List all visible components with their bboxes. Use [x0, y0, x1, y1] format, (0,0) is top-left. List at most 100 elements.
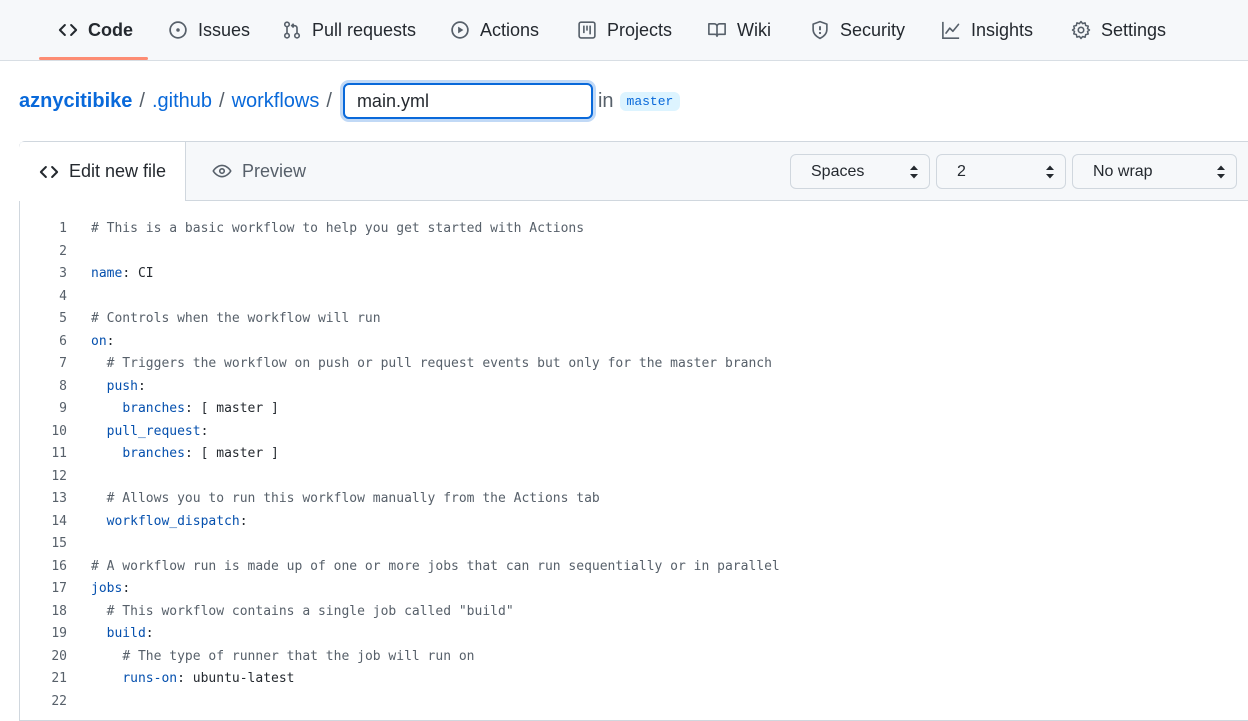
line-number: 15	[51, 536, 67, 551]
code-line[interactable]: 2	[20, 241, 1248, 264]
tab-security[interactable]: Security	[810, 0, 905, 60]
line-content: branches: [ master ]	[91, 443, 279, 466]
code-line[interactable]: 6 on:	[20, 331, 1248, 354]
branch-badge: master	[619, 91, 681, 111]
tab-preview[interactable]: Preview	[212, 142, 306, 200]
tab-code[interactable]: Code	[58, 0, 133, 60]
line-number: 7	[59, 356, 67, 371]
breadcrumb-folder-link[interactable]: workflows	[232, 90, 320, 113]
line-number: 10	[51, 423, 67, 439]
line-content: # Triggers the workflow on push or pull …	[91, 353, 772, 376]
code-line[interactable]: 18 # This workflow contains a single job…	[20, 601, 1248, 624]
code-text: :	[137, 378, 146, 394]
indent-mode-select[interactable]: Spaces	[790, 154, 930, 189]
line-number: 8	[59, 378, 67, 394]
code-key: runs-on	[122, 671, 178, 686]
tab-insights[interactable]: Insights	[941, 0, 1033, 60]
tab-label: Preview	[242, 160, 307, 181]
tab-label: Settings	[1101, 19, 1167, 40]
line-content: branches: [ master ]	[91, 398, 279, 421]
line-content: # This is a basic workflow to help you g…	[91, 218, 584, 241]
issue-opened-icon	[168, 20, 188, 40]
code-comment: # Allows you to run this workflow manual…	[106, 491, 600, 506]
tab-label: Security	[840, 19, 906, 40]
line-content: workflow_dispatch:	[91, 511, 248, 534]
code-line[interactable]: 1 # This is a basic workflow to help you …	[20, 218, 1248, 241]
code-line[interactable]: 8 push:	[20, 376, 1248, 399]
code-key: pull_request	[106, 423, 201, 439]
indent-size-select[interactable]: 2	[936, 154, 1066, 189]
line-number: 4	[59, 288, 67, 304]
code-line[interactable]: 7 # Triggers the workflow on push or pul…	[20, 353, 1248, 376]
table-icon	[577, 20, 597, 40]
code-line[interactable]: 11 branches: [ master ]	[20, 443, 1248, 466]
line-number: 1	[59, 221, 67, 236]
code-text: : [ master ]	[184, 401, 279, 416]
code-line[interactable]: 14 workflow_dispatch:	[20, 511, 1248, 534]
tab-issues[interactable]: Issues	[168, 0, 250, 60]
tab-edit-new-file[interactable]: Edit new file	[19, 142, 186, 201]
code-line[interactable]: 12	[20, 466, 1248, 489]
code-key: on	[91, 333, 107, 349]
git-pull-request-icon	[282, 20, 302, 40]
repo-nav: Code Issues Pull requests Actions Projec…	[0, 0, 1248, 61]
code-line[interactable]: 3 name: CI	[20, 263, 1248, 286]
line-number: 5	[59, 311, 67, 326]
code-line[interactable]: 19 build:	[20, 623, 1248, 646]
code-comment: # Controls when the workflow will run	[91, 311, 381, 326]
filename-input[interactable]	[342, 83, 593, 119]
breadcrumb-folder-link[interactable]: .github	[152, 90, 212, 113]
tab-projects[interactable]: Projects	[577, 0, 672, 60]
tab-label: Code	[88, 19, 133, 40]
code-key: branches	[122, 401, 185, 416]
code-text: : [ master ]	[184, 446, 279, 461]
code-line[interactable]: 16 # A workflow run is made up of one or …	[20, 556, 1248, 579]
breadcrumb-separator: /	[219, 89, 225, 112]
code-line[interactable]: 15	[20, 533, 1248, 556]
code-text: :	[145, 626, 154, 641]
breadcrumb-repo-link[interactable]: aznycitibike	[19, 90, 132, 113]
code-key: name	[91, 266, 123, 281]
line-content: # Controls when the workflow will run	[91, 308, 381, 331]
play-icon	[450, 20, 470, 40]
code-line[interactable]: 4	[20, 286, 1248, 309]
code-area[interactable]: 1 # This is a basic workflow to help you …	[20, 218, 1248, 713]
line-number: 6	[59, 333, 67, 349]
select-arrows-icon	[1046, 165, 1054, 179]
line-content: jobs:	[91, 578, 130, 601]
code-line[interactable]: 10 pull_request:	[20, 421, 1248, 444]
wrap-mode-select[interactable]: No wrap	[1072, 154, 1237, 189]
line-number: 11	[51, 446, 67, 461]
tab-label: Wiki	[737, 19, 771, 40]
line-number: 16	[51, 558, 67, 574]
line-content: name: CI	[91, 263, 154, 286]
tab-settings[interactable]: Settings	[1071, 0, 1166, 60]
code-line[interactable]: 9 branches: [ master ]	[20, 398, 1248, 421]
code-line[interactable]: 13 # Allows you to run this workflow man…	[20, 488, 1248, 511]
eye-icon	[212, 161, 232, 181]
tab-label: Actions	[480, 19, 540, 40]
code-line[interactable]: 5 # Controls when the workflow will run	[20, 308, 1248, 331]
code-line[interactable]: 20 # The type of runner that the job wil…	[20, 646, 1248, 669]
code-text: :	[106, 333, 115, 349]
tab-pull-requests[interactable]: Pull requests	[282, 0, 416, 60]
book-icon	[707, 20, 727, 40]
select-arrows-icon	[910, 165, 918, 179]
line-content: pull_request:	[91, 421, 209, 444]
tab-wiki[interactable]: Wiki	[707, 0, 771, 60]
code-line[interactable]: 21 runs-on: ubuntu-latest	[20, 668, 1248, 691]
code-key: build	[106, 626, 146, 641]
code-line[interactable]: 17 jobs:	[20, 578, 1248, 601]
line-number: 20	[51, 648, 67, 664]
line-content: # The type of runner that the job will r…	[91, 646, 474, 669]
tab-actions[interactable]: Actions	[450, 0, 539, 60]
breadcrumb: aznycitibike / .github / workflows / in …	[19, 80, 681, 122]
file-editor: Edit new file Preview Spaces 2 No wrap 1…	[19, 141, 1248, 721]
line-content: runs-on: ubuntu-latest	[91, 668, 294, 691]
